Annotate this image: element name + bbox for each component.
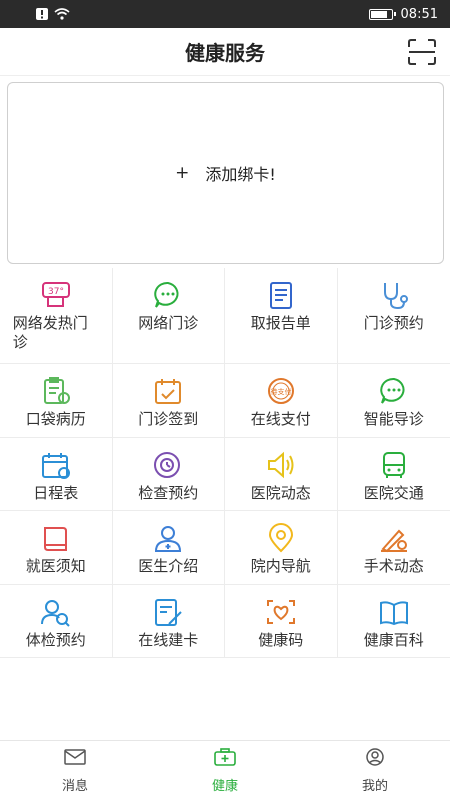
service-item-create-card[interactable]: 在线建卡 [112, 584, 225, 659]
service-item-book[interactable]: 就医须知 [0, 511, 113, 585]
service-label: 在线支付 [250, 410, 311, 428]
service-item-checkin-calendar[interactable]: 门诊签到 [112, 364, 225, 438]
svg-text:37°: 37° [48, 287, 64, 297]
service-label: 取报告单 [250, 314, 311, 332]
service-label: 智能导诊 [363, 410, 424, 428]
exam-appointment-icon [151, 450, 185, 480]
mail-icon [63, 747, 87, 771]
service-label: 医院交通 [363, 483, 424, 502]
alert-icon [36, 8, 48, 20]
plus-icon: + [175, 163, 190, 183]
service-item-medical-record[interactable]: 口袋病历 [0, 364, 113, 438]
tab-label: 我的 [361, 779, 388, 794]
service-label: 在线建卡 [138, 630, 199, 649]
service-label: 就医须知 [25, 557, 86, 576]
service-item-stethoscope[interactable]: 门诊预约 [337, 268, 450, 364]
status-left [36, 8, 70, 20]
speaker-icon [264, 450, 298, 480]
status-time: 08:51 [400, 6, 438, 22]
doctor-icon [151, 523, 185, 553]
service-label: 手术动态 [363, 557, 424, 576]
tab-label: 消息 [61, 779, 88, 794]
service-label: 口袋病历 [25, 410, 86, 428]
surgery-icon [377, 523, 411, 553]
service-label: 院内导航 [250, 557, 311, 576]
physical-exam-icon [39, 597, 73, 627]
tab-user[interactable]: 我的 [300, 741, 450, 800]
service-item-location-pin[interactable]: 院内导航 [225, 511, 338, 585]
service-item-physical-exam[interactable]: 体检预约 [0, 584, 113, 659]
service-item-bus[interactable]: 医院交通 [337, 438, 450, 512]
payment-stamp-icon: 待支付 [264, 376, 298, 406]
service-item-fever-clinic[interactable]: 37° 网络发热门诊 [0, 268, 113, 364]
report-icon [264, 280, 298, 310]
encyclopedia-icon [377, 597, 411, 627]
location-pin-icon [264, 523, 298, 553]
add-card-panel[interactable]: + 添加绑卡! [7, 82, 444, 264]
service-label: 门诊签到 [138, 410, 199, 428]
bottom-tab-bar: 消息 健康 我的 [0, 740, 450, 800]
service-item-health-code[interactable]: 健康码 [225, 584, 338, 659]
wifi-icon [54, 8, 70, 20]
service-label: 健康百科 [363, 630, 424, 649]
page-title: 健康服务 [185, 41, 265, 65]
service-item-encyclopedia[interactable]: 健康百科 [337, 585, 450, 659]
service-label: 体检预约 [25, 630, 86, 649]
scan-icon[interactable] [408, 39, 436, 65]
service-label: 健康码 [258, 630, 304, 649]
tab-medical-kit[interactable]: 健康 [150, 741, 300, 800]
add-card-label: 添加绑卡! [205, 165, 276, 184]
fever-clinic-icon: 37° [39, 280, 73, 310]
service-label: 门诊预约 [363, 314, 424, 332]
service-item-schedule[interactable]: 日程表 [0, 437, 113, 512]
service-item-exam-appointment[interactable]: 检查预约 [112, 437, 225, 512]
svg-text:待支付: 待支付 [270, 387, 291, 396]
medical-kit-icon [213, 747, 237, 771]
schedule-icon [39, 450, 73, 480]
battery-level [370, 10, 387, 18]
status-bar: 08:51 [0, 0, 450, 28]
service-label: 网络门诊 [138, 314, 199, 332]
battery-icon [368, 8, 396, 20]
user-icon [363, 747, 387, 771]
tab-mail[interactable]: 消息 [0, 741, 150, 800]
stethoscope-icon [377, 280, 411, 310]
status-right: 08:51 [368, 6, 438, 22]
service-item-speaker[interactable]: 医院动态 [225, 437, 338, 512]
service-item-smart-guide[interactable]: 智能导诊 [337, 364, 450, 438]
service-item-surgery[interactable]: 手术动态 [337, 511, 450, 585]
online-clinic-icon [151, 280, 185, 310]
medical-record-icon [39, 376, 73, 406]
service-label: 医院动态 [250, 483, 311, 502]
checkin-calendar-icon [151, 376, 185, 406]
book-icon [39, 523, 73, 553]
service-label: 医生介绍 [138, 557, 199, 576]
service-item-doctor[interactable]: 医生介绍 [112, 511, 225, 585]
health-code-icon [264, 597, 298, 627]
service-label: 网络发热门诊 [12, 314, 88, 351]
service-item-online-clinic[interactable]: 网络门诊 [112, 268, 225, 364]
tab-label: 健康 [211, 779, 238, 794]
smart-guide-icon [377, 376, 411, 406]
service-label: 日程表 [33, 483, 79, 502]
service-item-payment-stamp[interactable]: 待支付 在线支付 [225, 364, 338, 438]
header: 健康服务 [0, 28, 450, 76]
service-label: 检查预约 [138, 483, 199, 502]
service-grid: 37° 网络发热门诊 网络门诊 取报告单 门诊预约 口袋病历 门诊签到 待支付 在线支付 智能导诊… [0, 268, 450, 659]
service-item-report[interactable]: 取报告单 [225, 268, 338, 364]
bus-icon [377, 450, 411, 480]
add-card-button[interactable]: + 添加绑卡! [175, 161, 276, 185]
create-card-icon [151, 597, 185, 627]
